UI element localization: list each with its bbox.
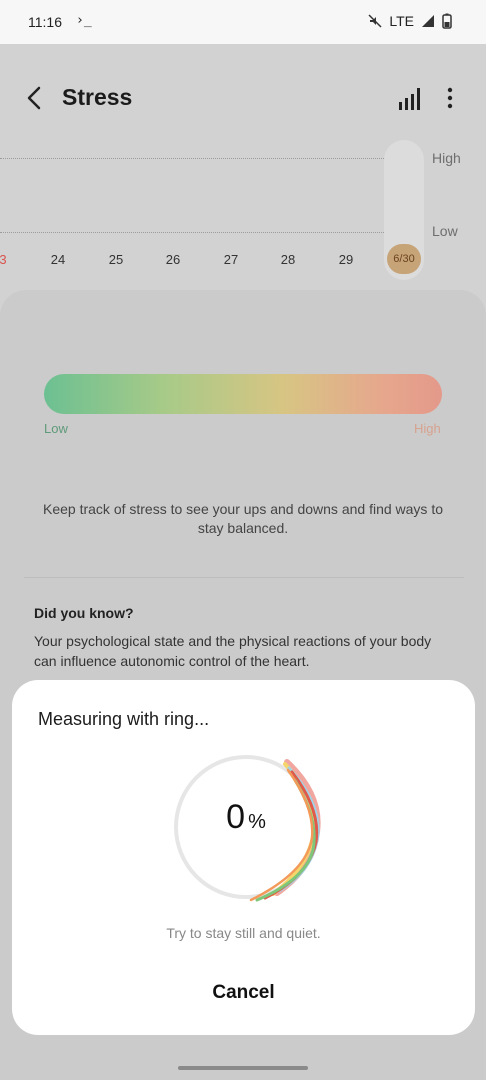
stress-description: Keep track of stress to see your ups and… [43,501,443,536]
date-label[interactable]: 28 [273,252,303,267]
scale-low-label: Low [44,421,68,436]
status-time: 11:16 [28,14,62,30]
date-label[interactable]: 24 [43,252,73,267]
stress-gradient-bar [44,374,442,414]
did-you-know-title: Did you know? [34,605,134,621]
did-you-know-body: Your psychological state and the physica… [34,633,432,669]
date-label[interactable]: 3 [0,252,18,267]
divider [24,577,464,578]
page-title: Stress [62,84,133,110]
signal-icon [422,15,434,27]
y-label-high: High [432,150,461,166]
chart-gridline-high [0,158,384,159]
measuring-sheet: Measuring with ring... 0% Try to stay st… [12,680,475,1035]
date-label[interactable]: 27 [216,252,246,267]
date-label[interactable]: 26 [158,252,188,267]
measure-hint: Try to stay still and quiet. [166,925,321,941]
back-button[interactable] [22,84,50,112]
date-label[interactable]: 29 [331,252,361,267]
status-bar: 11:16 ›_ LTE [0,0,486,44]
y-label-low: Low [432,223,458,239]
progress-unit: % [248,811,266,833]
mute-icon [368,14,382,28]
cancel-button[interactable]: Cancel [162,978,325,1008]
chart-gridline-low [0,232,384,233]
sheet-title: Measuring with ring... [38,709,210,729]
status-icons: LTE [367,13,452,29]
selected-date-badge[interactable]: 6/30 [387,244,421,274]
home-indicator[interactable] [178,1066,308,1070]
progress-percentage: 0% [167,798,325,837]
date-label[interactable]: 25 [101,252,131,267]
chart-icon[interactable] [396,86,424,112]
more-options-icon[interactable] [441,84,459,112]
terminal-icon: ›_ [76,13,92,28]
scale-high-label: High [414,421,441,436]
battery-icon [442,13,452,29]
network-type: LTE [389,13,414,29]
progress-value: 0 [226,798,246,836]
